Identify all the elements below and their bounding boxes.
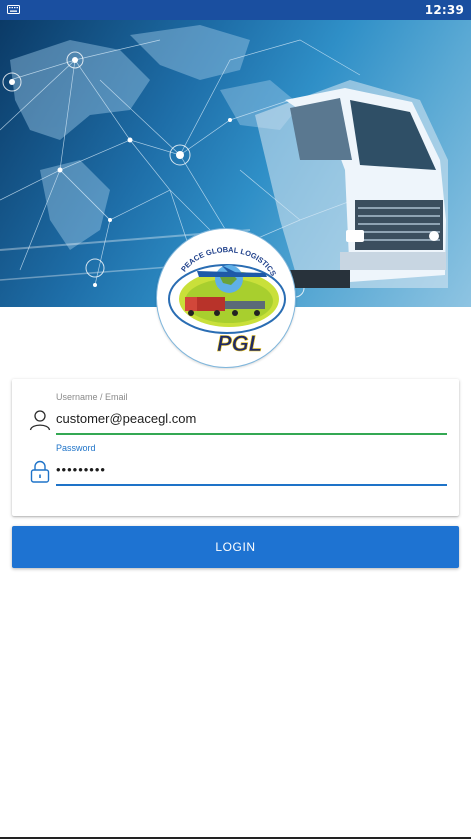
login-button[interactable]: LOGIN [12, 526, 459, 568]
status-bar: 12:39 [0, 0, 471, 20]
login-card: Username / Email Password [12, 379, 459, 516]
email-label: Username / Email [56, 392, 128, 402]
password-label: Password [56, 443, 96, 453]
company-logo: PEACE GLOBAL LOGISTICS PGL [156, 228, 296, 368]
keyboard-icon [7, 5, 20, 14]
status-time: 12:39 [424, 3, 464, 17]
user-icon [29, 410, 51, 431]
logo-initials: PGL [217, 331, 262, 356]
lock-icon [30, 460, 50, 483]
password-underline [56, 484, 447, 486]
email-field[interactable] [56, 407, 447, 429]
email-underline [56, 433, 447, 435]
password-field[interactable] [56, 458, 447, 480]
